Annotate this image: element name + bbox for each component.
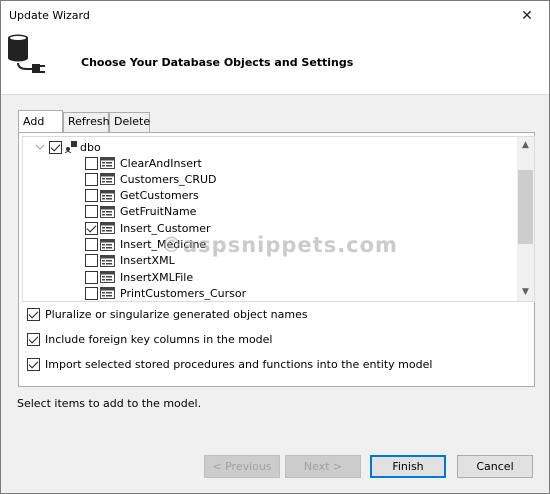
next-button[interactable]: Next > xyxy=(285,455,361,478)
close-button[interactable]: ✕ xyxy=(505,1,549,31)
stored-procedure-icon xyxy=(100,157,115,169)
tree-item-label: PrintCustomers_Cursor xyxy=(120,286,247,300)
tree-item-checkbox[interactable] xyxy=(85,221,98,235)
tree-item-label: GetCustomers xyxy=(120,189,199,203)
tree-item-label: Insert_Medicine xyxy=(120,238,207,251)
tree-item-label: Insert_Customer xyxy=(120,221,211,235)
page-title: Choose Your Database Objects and Setting… xyxy=(81,56,354,69)
option-import-procs[interactable]: Import selected stored procedures and fu… xyxy=(27,358,432,371)
tree-item[interactable]: PrintCustomers_Cursor xyxy=(85,285,246,301)
database-connect-icon xyxy=(8,34,45,73)
collapse-chevron-icon[interactable] xyxy=(35,142,45,152)
tree-item-checkbox[interactable] xyxy=(85,205,98,219)
update-wizard-window: Update Wizard ✕ Choose Your Database Obj… xyxy=(0,0,550,494)
tree-item[interactable]: GetCustomers xyxy=(85,188,199,204)
tree-item-checkbox[interactable] xyxy=(85,189,98,203)
pluralize-checkbox[interactable] xyxy=(27,308,40,321)
stored-procedure-icon xyxy=(100,205,115,218)
import-procs-checkbox[interactable] xyxy=(27,358,40,371)
tree-item[interactable]: GetFruitName xyxy=(85,204,196,220)
dbo-checkbox[interactable] xyxy=(49,140,62,154)
stored-procedure-icon xyxy=(100,238,115,251)
window-title: Update Wizard xyxy=(9,9,90,22)
title-bar: Update Wizard ✕ xyxy=(1,1,549,31)
wizard-header: Choose Your Database Objects and Setting… xyxy=(1,31,549,95)
tree-scrollbar[interactable]: ▲ ▼ xyxy=(517,137,534,301)
tree-item-label: InsertXMLFile xyxy=(120,270,194,284)
tree-item[interactable]: Customers_CRUD xyxy=(85,171,217,187)
option-foreign-keys[interactable]: Include foreign key columns in the model xyxy=(27,333,273,346)
import-procs-label: Import selected stored procedures and fu… xyxy=(45,358,433,371)
foreign-keys-checkbox[interactable] xyxy=(27,333,40,346)
tree-item[interactable]: ClearAndInsert xyxy=(85,155,202,171)
tree-item-label: Customers_CRUD xyxy=(120,172,217,186)
status-text: Select items to add to the model. xyxy=(17,397,202,410)
stored-procedure-icon xyxy=(100,189,115,202)
option-pluralize[interactable]: Pluralize or singularize generated objec… xyxy=(27,308,308,321)
tree-item-checkbox[interactable] xyxy=(85,156,98,170)
tree-item-label: InsertXML xyxy=(120,254,175,268)
dbo-label: dbo xyxy=(80,140,101,154)
scroll-up-icon[interactable]: ▲ xyxy=(517,137,534,154)
tab-refresh[interactable]: Refresh xyxy=(63,112,110,133)
stored-procedure-icon xyxy=(100,173,115,186)
stored-procedure-icon xyxy=(100,287,115,300)
pluralize-label: Pluralize or singularize generated objec… xyxy=(45,308,308,321)
tree-item[interactable]: Insert_Medicine xyxy=(85,237,206,253)
cancel-button[interactable]: Cancel xyxy=(457,455,533,478)
tree-item-checkbox[interactable] xyxy=(85,286,98,300)
tree-node-dbo[interactable]: dbo xyxy=(35,139,101,155)
previous-button[interactable]: < Previous xyxy=(204,455,280,478)
tree-item-checkbox[interactable] xyxy=(85,238,98,251)
tree-item[interactable]: Insert_Customer xyxy=(85,220,210,236)
finish-button[interactable]: Finish xyxy=(370,455,446,478)
tree-item-checkbox[interactable] xyxy=(85,270,98,284)
schema-icon xyxy=(64,141,77,153)
tab-add[interactable]: Add xyxy=(18,110,63,132)
foreign-keys-label: Include foreign key columns in the model xyxy=(45,333,273,346)
scroll-down-icon[interactable]: ▼ xyxy=(517,284,534,301)
stored-procedure-icon xyxy=(100,271,115,284)
tab-panel-add: dbo ClearAndInsert Customers_CRUD GetCusto… xyxy=(18,132,535,387)
stored-procedure-icon xyxy=(100,222,115,235)
tree-item-label: GetFruitName xyxy=(120,205,197,219)
stored-procedure-icon xyxy=(100,254,115,267)
tab-delete[interactable]: Delete xyxy=(109,112,150,133)
tree-item-checkbox[interactable] xyxy=(85,172,98,186)
object-tree[interactable]: dbo ClearAndInsert Customers_CRUD GetCusto… xyxy=(22,136,535,302)
tree-item[interactable]: InsertXMLFile xyxy=(85,269,193,285)
tree-item-label: ClearAndInsert xyxy=(120,156,202,170)
scroll-thumb[interactable] xyxy=(518,170,533,244)
tree-item[interactable]: InsertXML xyxy=(85,253,175,269)
tree-item-checkbox[interactable] xyxy=(85,254,98,268)
